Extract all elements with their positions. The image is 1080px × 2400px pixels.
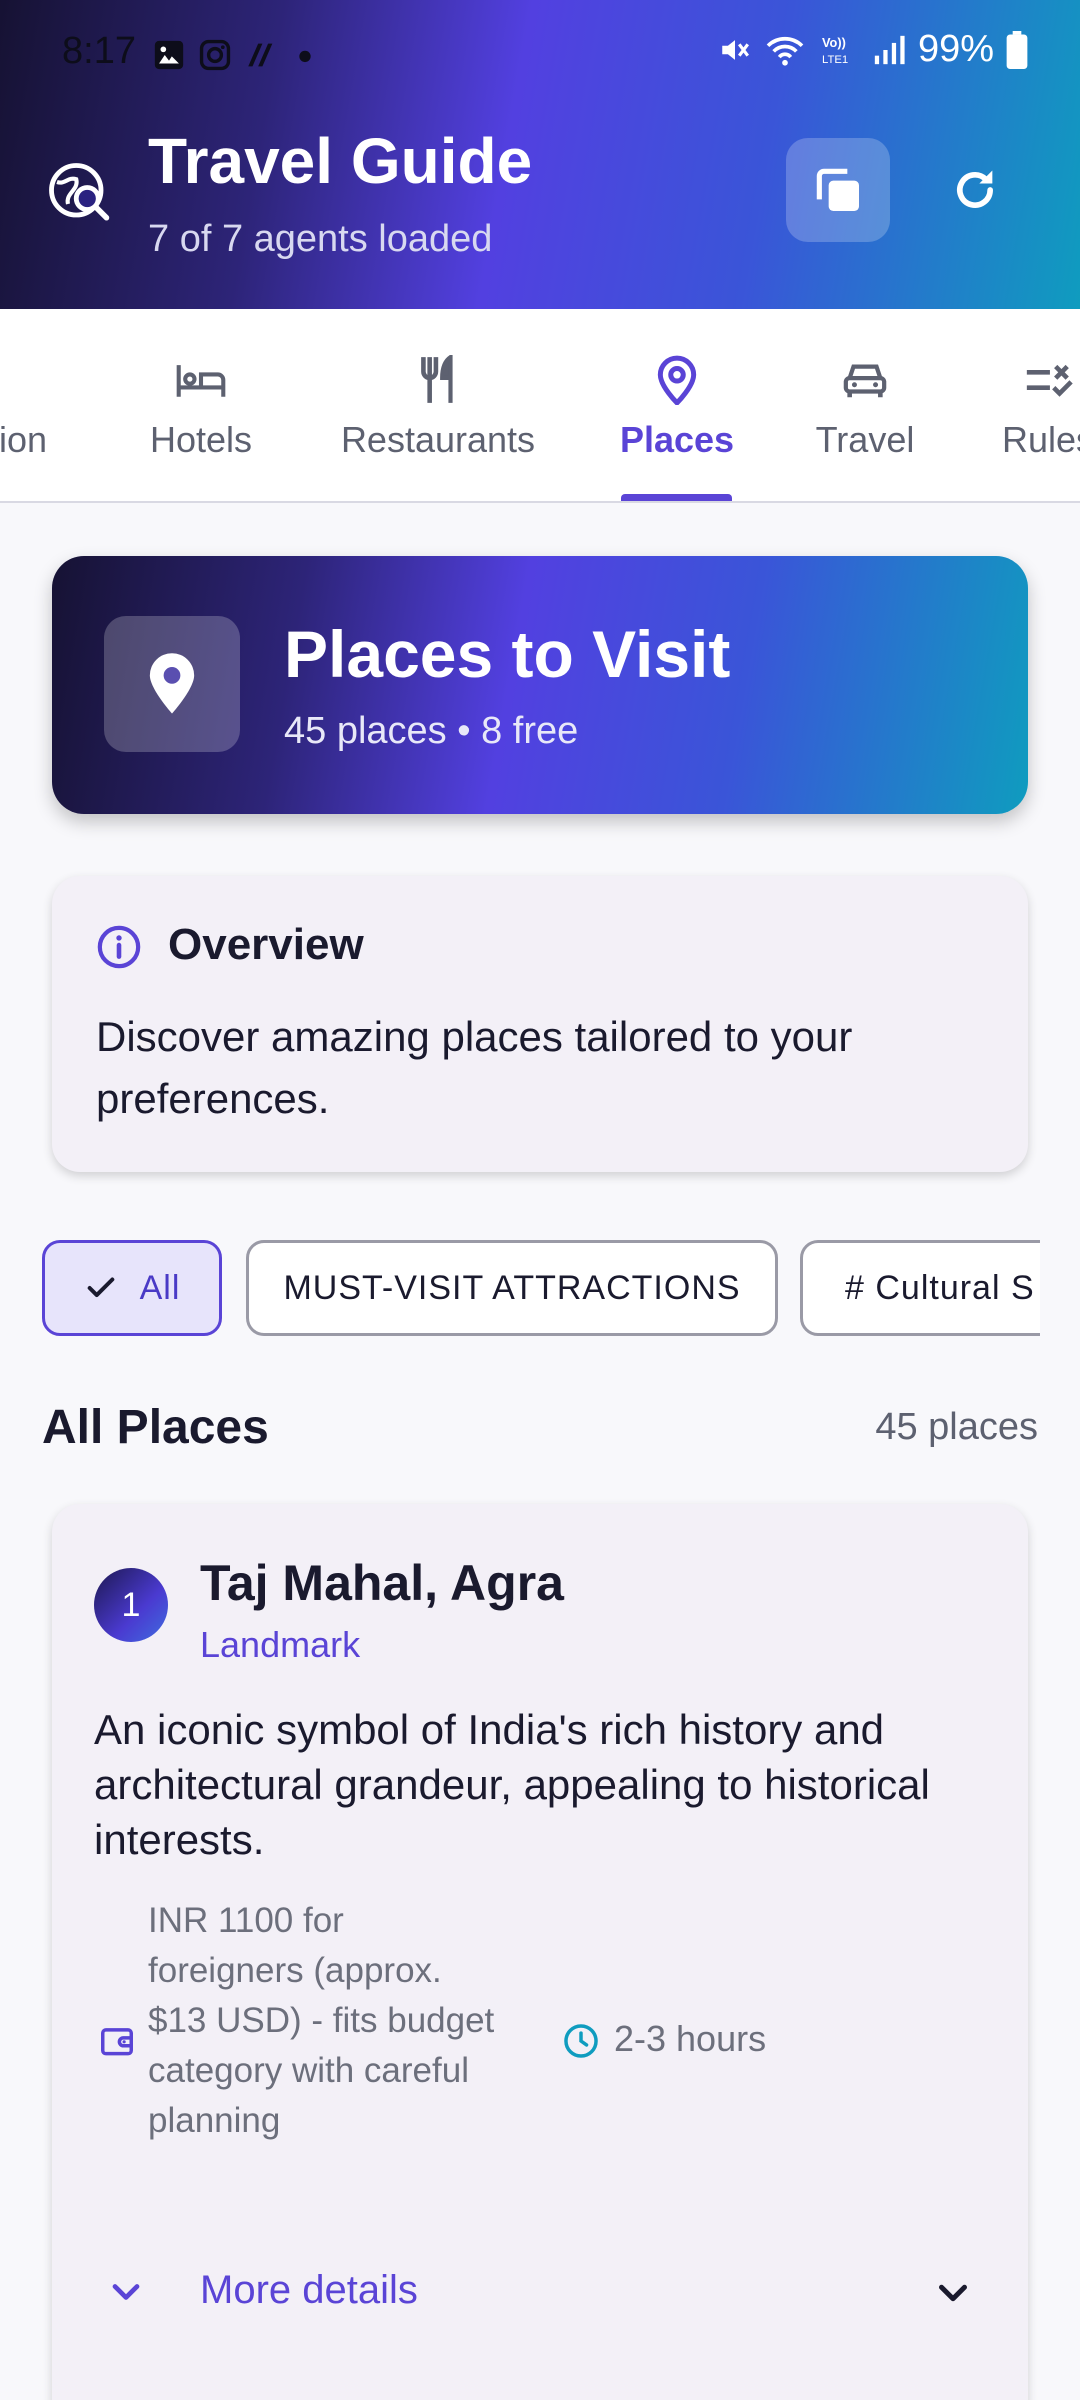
hero-title: Places to Visit [284,617,731,691]
filter-chip-must-visit[interactable]: MUST-VISIT ATTRACTIONS [246,1240,778,1336]
filter-chips: All MUST-VISIT ATTRACTIONS # Cultural S [42,1240,1040,1340]
info-icon [97,925,141,969]
tab-partial[interactable]: tion [0,309,48,501]
filter-chip-label: MUST-VISIT ATTRACTIONS [283,1268,741,1307]
bed-icon [176,365,226,397]
tab-hotels[interactable]: Hotels [146,309,256,501]
tab-label: Travel [815,419,915,460]
filter-chip-cultural[interactable]: # Cultural S [800,1240,1040,1336]
travel-explore-icon [49,163,110,221]
refresh-icon [957,170,993,208]
svg-text:Vo)): Vo)) [822,35,846,50]
battery-icon [1006,30,1028,69]
copy-icon [816,168,859,211]
place-duration: 2-3 hours [614,2018,767,2059]
battery-percent: 99% [917,28,994,70]
instagram-icon [199,39,231,71]
tab-travel[interactable]: Travel [812,309,918,501]
refresh-button[interactable] [930,138,1020,242]
utensils-icon [421,355,453,403]
places-hero-card: Places to Visit 45 places • 8 free [52,556,1028,814]
overview-text: Discover amazing places tailored to your… [96,1013,853,1122]
car-icon [843,364,887,398]
expand-chevron-icon[interactable] [930,2270,976,2316]
tab-restaurants[interactable]: Restaurants [338,309,538,501]
more-details-toggle[interactable]: More details [200,2268,418,2313]
rules-icon [1026,364,1073,397]
tab-rules[interactable]: Rules [998,309,1080,501]
mute-icon [722,39,749,60]
gallery-icon [154,40,184,70]
map-pin-icon [149,653,195,714]
tab-label: Hotels [149,419,253,460]
svg-text:LTE1: LTE1 [822,53,848,65]
filter-chip-label: # Cultural S [845,1268,1035,1307]
overview-card: Overview Discover amazing places tailore… [52,876,1028,1172]
tab-places[interactable]: Places [618,309,736,501]
place-name: Taj Mahal, Agra [200,1555,564,1611]
place-category: Landmark [200,1624,361,1665]
wallet-icon [101,2028,133,2056]
place-number-badge: 1 [94,1568,168,1642]
wifi-icon [766,36,804,66]
status-right: Vo)) LTE1 99% [718,28,1028,71]
hero-icon-box [104,616,240,752]
filter-chip-label: All [139,1268,181,1307]
status-bar: 8:17 Vo)) LTE1 99% [0,0,1080,110]
app-header: 8:17 Vo)) LTE1 99% Travel Guide 7 of 7 ag… [0,0,1080,309]
chevron-down-icon[interactable] [104,2270,148,2314]
dot-icon [299,50,311,63]
agents-status: 7 of 7 agents loaded [148,218,493,260]
tab-label: Rules [1001,419,1080,460]
status-time: 8:17 [62,30,136,72]
place-card[interactable]: 1 Taj Mahal, Agra Landmark An iconic sym… [52,1504,1028,2400]
signal-icon [874,35,905,64]
active-tab-indicator [621,494,732,501]
category-tabs: tion Hotels Restaurants Places [0,309,1080,503]
map-pin-icon [657,355,697,405]
place-cost: INR 1100 for foreigners (approx. $13 USD… [148,1901,495,2140]
copy-button[interactable] [786,138,890,242]
section-count: 45 places [875,1406,1038,1448]
tab-label: Restaurants [340,419,536,460]
app-title: Travel Guide [148,125,533,197]
tab-label: tion [0,419,48,460]
place-description: An iconic symbol of India's rich history… [94,1706,930,1863]
check-icon [87,1277,114,1298]
filter-chip-all[interactable]: All [42,1240,222,1336]
volte-icon: Vo)) LTE1 [822,35,848,66]
tab-label: Places [619,419,735,460]
section-title: All Places [42,1401,269,1454]
hero-subtitle: 45 places • 8 free [284,710,579,752]
overview-title: Overview [168,920,364,969]
clock-icon [564,2024,598,2058]
app-icon [248,43,273,67]
